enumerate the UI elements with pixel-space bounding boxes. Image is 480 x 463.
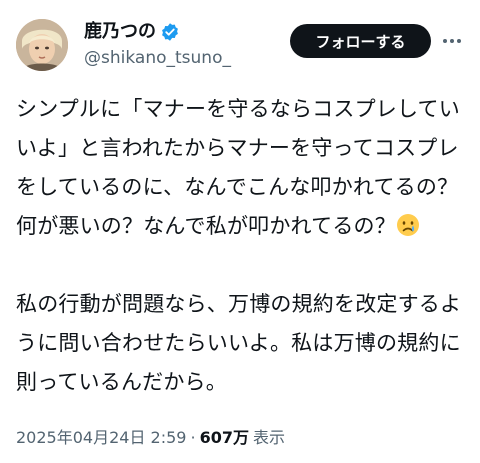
author-name-row: 鹿乃つの <box>84 20 180 44</box>
timestamp[interactable]: 2025年04月24日 2:59 <box>16 426 186 450</box>
tweet-text: シンプルに「マナーを守るならコスプレしていいよ」と言われたからマナーを守ってコス… <box>16 90 468 402</box>
tweet-header: 鹿乃つの @shikano_tsuno_ フォローする <box>0 0 480 86</box>
views-label: 表示 <box>252 428 285 447</box>
more-icon[interactable] <box>440 30 464 52</box>
views-count: 607万 <box>199 428 249 447</box>
meta-separator: · <box>190 428 196 447</box>
tweet-paragraph-1-text: シンプルに「マナーを守るならコスプレしていいよ」と言われたからマナーを守ってコス… <box>16 97 460 238</box>
tweet-paragraph-2: 私の行動が問題なら、万博の規約を改定するように問い合わせたらいいよ。私は万博の規… <box>16 292 462 394</box>
tweet-paragraph-1: シンプルに「マナーを守るならコスプレしていいよ」と言われたからマナーを守ってコス… <box>16 90 468 246</box>
tweet-meta: 2025年04月24日 2:59 · 607万 表示 <box>16 426 285 450</box>
follow-button[interactable]: フォローする <box>290 24 431 58</box>
crying-face-emoji-icon <box>396 211 420 236</box>
verified-badge-icon <box>160 22 180 42</box>
author-handle[interactable]: @shikano_tsuno_ <box>84 47 231 69</box>
avatar[interactable] <box>16 19 68 71</box>
display-name[interactable]: 鹿乃つの <box>84 20 156 44</box>
